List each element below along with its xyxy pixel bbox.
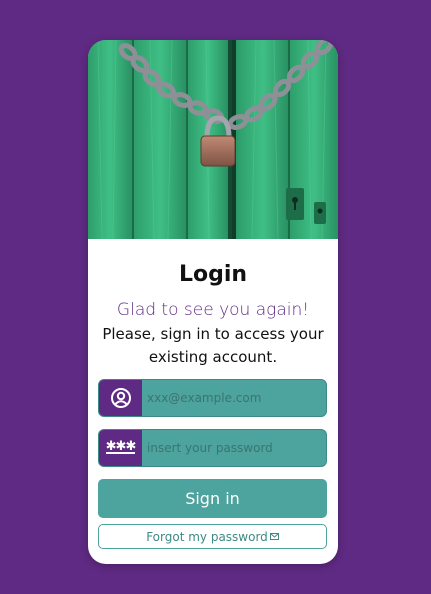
email-icon-box [99, 380, 142, 416]
login-title: Login [178, 262, 248, 287]
email-input[interactable] [142, 380, 326, 416]
password-input[interactable] [142, 430, 326, 466]
password-field: ✱✱✱ [98, 429, 327, 467]
password-icon-box: ✱✱✱ [99, 430, 142, 466]
envelope-icon [269, 533, 279, 540]
password-icon: ✱✱✱ [105, 439, 136, 454]
forgot-password-button[interactable]: Forgot my password [98, 524, 327, 549]
forgot-password-label: Forgot my password [146, 529, 268, 544]
user-circle-icon [110, 388, 131, 408]
hero-image [88, 40, 338, 239]
padlock-chain-door-photo [88, 40, 338, 239]
login-subtitle: Glad to see you again! [116, 300, 310, 320]
sign-in-button[interactable]: Sign in [98, 479, 327, 518]
login-description: Please, sign in to access your existing … [102, 325, 324, 366]
login-card: Login Glad to see you again! Please, sig… [88, 40, 338, 564]
email-field [98, 379, 327, 417]
